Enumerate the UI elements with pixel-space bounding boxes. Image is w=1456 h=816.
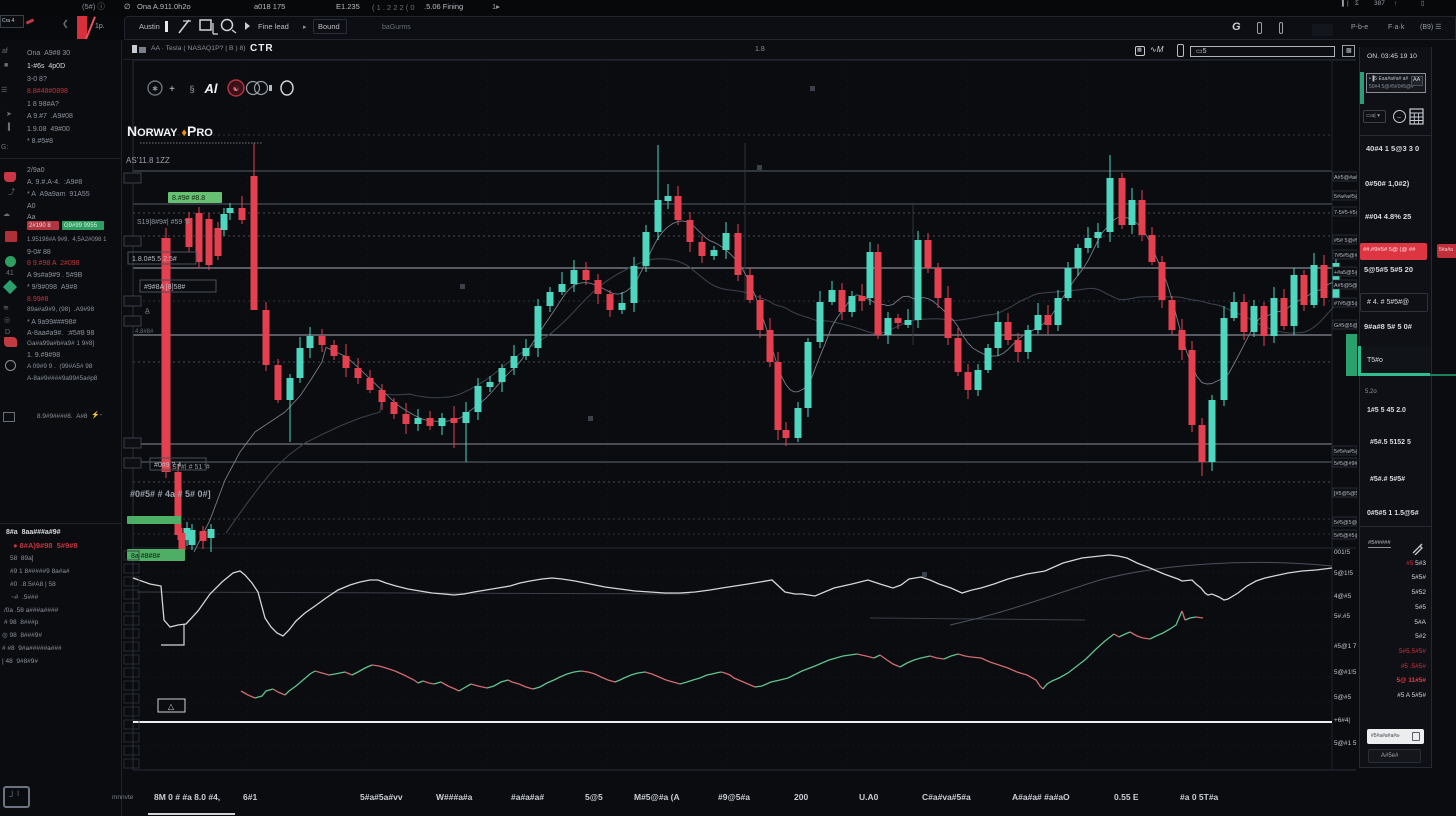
svg-text:+: +: [169, 84, 175, 95]
svg-text:8a #8#8#: 8a #8#8#: [131, 553, 160, 560]
svg-text:5#.#5: 5#.#5: [1334, 613, 1350, 620]
svg-text:S19|8#9#| #59 ’#: S19|8#9#| #59 ’#: [137, 219, 190, 226]
svg-text:△: △: [168, 702, 175, 711]
svg-text:8.#9# #8.8: 8.#9# #8.8: [172, 195, 205, 202]
svg-text:#9#8A [8]58#: #9#8A [8]58#: [144, 284, 185, 291]
svg-text:5@1!5: 5@1!5: [1334, 570, 1353, 577]
svg-text:001!5: 001!5: [1334, 549, 1350, 556]
svg-text:#0#9 ? 4: #0#9 ? 4: [154, 462, 181, 469]
svg-text:AS’11.8 1ZZ: AS’11.8 1ZZ: [126, 156, 170, 165]
svg-text:+6#4|: +6#4|: [1334, 717, 1350, 724]
svg-text:5@#1 5: 5@#1 5: [1334, 740, 1357, 747]
svg-text:5@#5: 5@#5: [1334, 694, 1352, 701]
svg-text:✱: ✱: [152, 85, 158, 93]
svg-text:4@#5: 4@#5: [1334, 593, 1352, 600]
svg-text:1.8.0#5.5 2.5#: 1.8.0#5.5 2.5#: [132, 256, 177, 263]
svg-text:§: §: [189, 84, 194, 94]
svg-text:4.8#8#: 4.8#8#: [135, 329, 154, 335]
svg-text:Al: Al: [204, 81, 218, 96]
svg-text:☯: ☯: [233, 85, 239, 93]
svg-text:5@#1!5: 5@#1!5: [1334, 669, 1357, 676]
svg-text:#5@1 7: #5@1 7: [1334, 643, 1357, 650]
svg-text:#0#5# # 4a # 5# 0#]: #0#5# # 4a # 5# 0#]: [130, 489, 211, 499]
svg-text:A̲: A̲: [144, 308, 150, 315]
